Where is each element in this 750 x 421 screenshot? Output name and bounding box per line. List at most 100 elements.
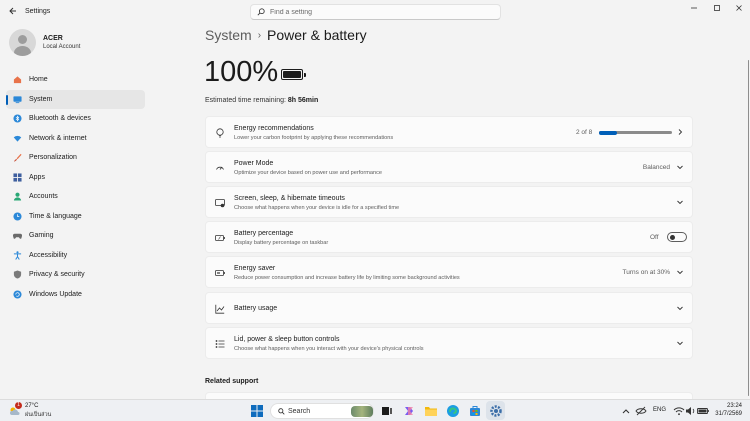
battery-percent-icon <box>215 235 225 241</box>
gamepad-icon <box>13 233 22 239</box>
sidebar-item-personalization[interactable]: Personalization <box>6 148 145 168</box>
sidebar-item-accessibility[interactable]: Accessibility <box>6 246 145 266</box>
chevron-down-icon <box>676 163 684 171</box>
edge-browser-icon[interactable] <box>445 403 461 419</box>
related-support-heading: Related support <box>205 378 259 385</box>
card-title: Lid, power & sleep button controls <box>234 336 340 343</box>
accessibility-icon <box>13 250 22 260</box>
update-icon <box>13 289 22 299</box>
sidebar-item-time-language[interactable]: Time & language <box>6 207 145 227</box>
search-input[interactable] <box>270 7 490 18</box>
chevron-right-icon <box>676 128 684 136</box>
bluetooth-icon <box>13 114 22 123</box>
language-indicator[interactable]: ENG <box>653 407 666 413</box>
shield-icon <box>13 270 22 279</box>
weather-desc: ฝนเป็นส่วน <box>25 412 52 418</box>
minimize-button[interactable] <box>683 3 705 17</box>
sidebar-item-label: Apps <box>29 173 45 181</box>
chevron-down-icon <box>676 304 684 312</box>
battery-icon <box>281 69 306 80</box>
user-name: ACER <box>43 35 63 42</box>
sidebar-item-network[interactable]: Network & internet <box>6 129 145 149</box>
estimate-value: 8h 56min <box>287 97 319 104</box>
accounts-icon <box>13 192 22 201</box>
windows-start-icon[interactable] <box>249 403 265 419</box>
back-arrow-icon[interactable] <box>6 6 20 20</box>
lid-power-card[interactable]: Lid, power & sleep button controls Choos… <box>205 327 693 359</box>
estimate-label: Estimated time remaining: <box>205 97 286 104</box>
app-title: Settings <box>25 8 51 15</box>
toggle-knob <box>670 235 675 240</box>
file-explorer-icon[interactable] <box>423 403 439 419</box>
card-description: Reduce power consumption and increase ba… <box>234 275 460 281</box>
sidebar-item-label: Accounts <box>29 193 58 200</box>
wifi-icon <box>13 135 22 142</box>
search-box[interactable] <box>250 4 501 20</box>
power-mode-card[interactable]: Power Mode Optimize your device based on… <box>205 151 693 183</box>
card-title: Power Mode <box>234 160 274 167</box>
sidebar-item-label: Accessibility <box>29 251 68 259</box>
maximize-button[interactable] <box>706 3 728 17</box>
energy-saver-value: Turns on at 30% <box>622 269 670 276</box>
search-icon <box>278 408 285 415</box>
chevron-down-icon <box>676 339 684 347</box>
eye-slash-icon[interactable] <box>633 403 649 419</box>
notification-badge: 1 <box>15 402 22 409</box>
sidebar-item-windows-update[interactable]: Windows Update <box>6 285 145 305</box>
battery-usage-card[interactable]: Battery usage <box>205 292 693 324</box>
progress-fill <box>599 130 618 135</box>
card-description: Display battery percentage on taskbar <box>234 240 329 246</box>
page-title: Power & battery <box>267 27 367 43</box>
taskbar-search[interactable]: Search <box>270 403 374 419</box>
settings-gear-icon[interactable] <box>488 403 504 419</box>
taskbar-clock-date[interactable]: 31/7/2569 <box>708 411 742 417</box>
power-mode-value[interactable]: Balanced <box>643 164 670 171</box>
monitor-sleep-icon <box>215 199 225 208</box>
chevron-up-icon[interactable] <box>618 403 634 419</box>
avatar <box>9 29 36 56</box>
title-bar: Settings <box>0 0 750 26</box>
taskbar-clock-time[interactable]: 23:24 <box>714 403 742 409</box>
sidebar-item-label: Gaming <box>29 232 54 239</box>
breadcrumb-separator: › <box>257 30 262 41</box>
account-type: Local Account <box>43 44 81 50</box>
energy-recommendations-card[interactable]: Energy recommendations Lower your carbon… <box>205 116 693 148</box>
sidebar-item-label: System <box>29 95 53 103</box>
card-title: Energy saver <box>234 265 276 272</box>
sidebar-item-privacy[interactable]: Privacy & security <box>6 265 145 285</box>
task-view-icon[interactable] <box>379 403 395 419</box>
sidebar-item-home[interactable]: Home <box>6 70 145 90</box>
power-mode-icon <box>216 166 224 170</box>
battery-percent: 100% <box>204 56 279 88</box>
screen-sleep-card[interactable]: Screen, sleep, & hibernate timeouts Choo… <box>205 186 693 218</box>
sidebar-item-gaming[interactable]: Gaming <box>6 226 145 246</box>
card-title: Battery usage <box>234 305 278 312</box>
store-icon[interactable] <box>467 403 483 419</box>
taskbar-search-label: Search <box>288 408 311 415</box>
copilot-icon[interactable] <box>401 403 417 419</box>
scrollbar[interactable] <box>748 60 749 396</box>
toggle-state-label: Off <box>650 234 659 241</box>
leaf-lightbulb-icon <box>216 128 224 138</box>
breadcrumb-parent[interactable]: System <box>205 27 252 43</box>
energy-saver-card[interactable]: Energy saver Reduce power consumption an… <box>205 256 693 288</box>
battery-percentage-toggle[interactable] <box>667 232 687 242</box>
sidebar-item-label: Bluetooth & devices <box>29 115 91 122</box>
close-button[interactable] <box>728 3 750 17</box>
search-highlight-image <box>351 406 373 417</box>
chevron-down-icon <box>676 268 684 276</box>
card-title: Screen, sleep, & hibernate timeouts <box>234 195 345 202</box>
sidebar-item-label: Home <box>29 76 48 83</box>
card-description: Choose what happens when your device is … <box>234 205 400 211</box>
sidebar-item-apps[interactable]: Apps <box>6 168 145 188</box>
sidebar-item-system[interactable]: System <box>6 89 145 109</box>
sidebar-item-label: Personalization <box>29 154 77 161</box>
card-description: Choose what happens when you interact wi… <box>234 346 424 352</box>
energy-saver-icon <box>215 270 225 276</box>
system-icon <box>13 95 22 103</box>
globe-clock-icon <box>13 211 22 221</box>
battery-percentage-card: Battery percentage Display battery perce… <box>205 221 693 253</box>
home-icon <box>13 76 22 84</box>
sidebar-item-accounts[interactable]: Accounts <box>6 187 145 207</box>
sidebar-item-bluetooth[interactable]: Bluetooth & devices <box>6 109 145 129</box>
